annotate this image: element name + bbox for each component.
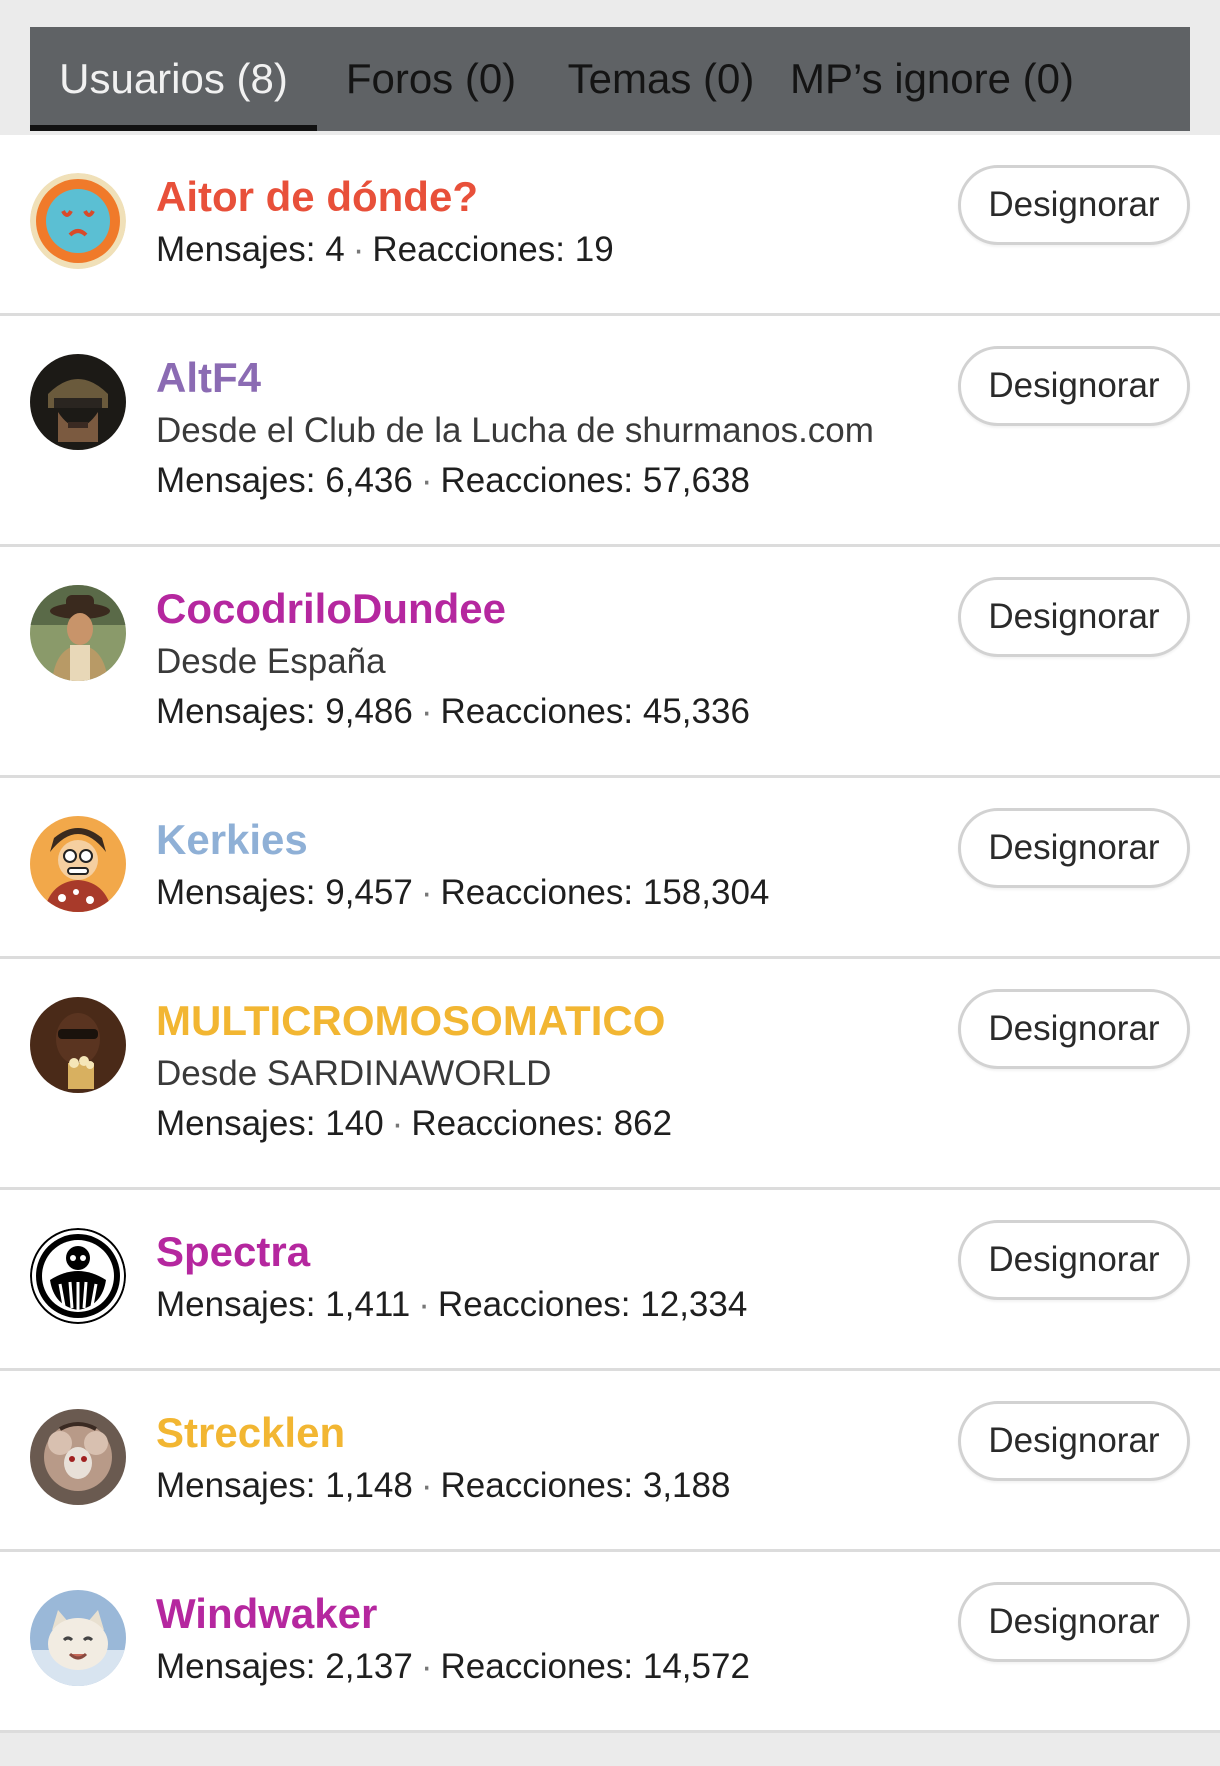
- username[interactable]: Kerkies: [156, 812, 769, 868]
- unignore-button[interactable]: Designorar: [958, 577, 1190, 657]
- username[interactable]: Aitor de dónde?: [156, 169, 614, 225]
- tab-temas[interactable]: Temas (0): [545, 27, 777, 131]
- unignore-button[interactable]: Designorar: [958, 165, 1190, 245]
- list-item: CocodriloDundee Desde España Mensajes: 9…: [0, 547, 1220, 778]
- unignore-button[interactable]: Designorar: [958, 346, 1190, 426]
- sad-face-avatar[interactable]: [30, 173, 126, 269]
- user-stats: Mensajes: 9,486 · Reacciones: 45,336: [156, 692, 750, 731]
- tab-mps-ignore[interactable]: MP’s ignore (0): [777, 27, 1087, 131]
- tab-label: Usuarios (8): [59, 55, 288, 102]
- unignore-button[interactable]: Designorar: [958, 1582, 1190, 1662]
- tab-label: MP’s ignore (0): [790, 55, 1074, 102]
- user-stats: Mensajes: 9,457 · Reacciones: 158,304: [156, 873, 770, 912]
- hat-man-avatar[interactable]: [30, 585, 126, 681]
- list-item: Spectra Mensajes: 1,411 · Reacciones: 12,3…: [0, 1190, 1220, 1371]
- user-stats: Mensajes: 4 · Reacciones: 19: [156, 230, 614, 269]
- username[interactable]: AltF4: [156, 350, 874, 406]
- tab-bar: Usuarios (8) Foros (0) Temas (0) MP’s ig…: [30, 27, 1190, 131]
- username[interactable]: CocodriloDundee: [156, 581, 750, 637]
- list-item: Aitor de dónde? Mensajes: 4 · Reacciones: …: [0, 135, 1220, 316]
- tab-foros[interactable]: Foros (0): [317, 27, 545, 131]
- user-location: Desde SARDINAWORLD: [156, 1054, 552, 1093]
- octopus-logo-avatar[interactable]: [30, 1228, 126, 1324]
- username[interactable]: Strecklen: [156, 1405, 730, 1461]
- ignored-users-list: Aitor de dónde? Mensajes: 4 · Reacciones: …: [0, 135, 1220, 1733]
- unignore-button[interactable]: Designorar: [958, 989, 1190, 1069]
- user-stats: Mensajes: 2,137 · Reacciones: 14,572: [156, 1647, 750, 1686]
- list-item: Strecklen Mensajes: 1,148 · Reacciones: 3,…: [0, 1371, 1220, 1552]
- popcorn-avatar[interactable]: [30, 997, 126, 1093]
- list-item: Kerkies Mensajes: 9,457 · Reacciones: 158,…: [0, 778, 1220, 959]
- user-location: Desde el Club de la Lucha de shurmanos.c…: [156, 411, 874, 450]
- list-item: AltF4 Desde el Club de la Lucha de shurm…: [0, 316, 1220, 547]
- tab-label: Temas (0): [567, 55, 755, 102]
- username[interactable]: Windwaker: [156, 1586, 750, 1642]
- user-stats: Mensajes: 140 · Reacciones: 862: [156, 1104, 673, 1143]
- mouse-avatar[interactable]: [30, 1409, 126, 1505]
- list-item: Windwaker Mensajes: 2,137 · Reacciones: 14…: [0, 1552, 1220, 1733]
- username[interactable]: Spectra: [156, 1224, 747, 1280]
- list-item: MULTICROMOSOMATICO Desde SARDINAWORLD Me…: [0, 959, 1220, 1190]
- unignore-button[interactable]: Designorar: [958, 1220, 1190, 1300]
- user-location: Desde España: [156, 642, 386, 681]
- unignore-button[interactable]: Designorar: [958, 808, 1190, 888]
- cartoon-avatar[interactable]: [30, 816, 126, 912]
- user-stats: Mensajes: 1,411 · Reacciones: 12,334: [156, 1285, 748, 1324]
- user-stats: Mensajes: 1,148 · Reacciones: 3,188: [156, 1466, 731, 1505]
- user-stats: Mensajes: 6,436 · Reacciones: 57,638: [156, 461, 750, 500]
- unignore-button[interactable]: Designorar: [958, 1401, 1190, 1481]
- helmet-avatar[interactable]: [30, 354, 126, 450]
- tab-label: Foros (0): [345, 55, 517, 102]
- cat-avatar[interactable]: [30, 1590, 126, 1686]
- tab-usuarios[interactable]: Usuarios (8): [30, 27, 317, 131]
- username[interactable]: MULTICROMOSOMATICO: [156, 993, 672, 1049]
